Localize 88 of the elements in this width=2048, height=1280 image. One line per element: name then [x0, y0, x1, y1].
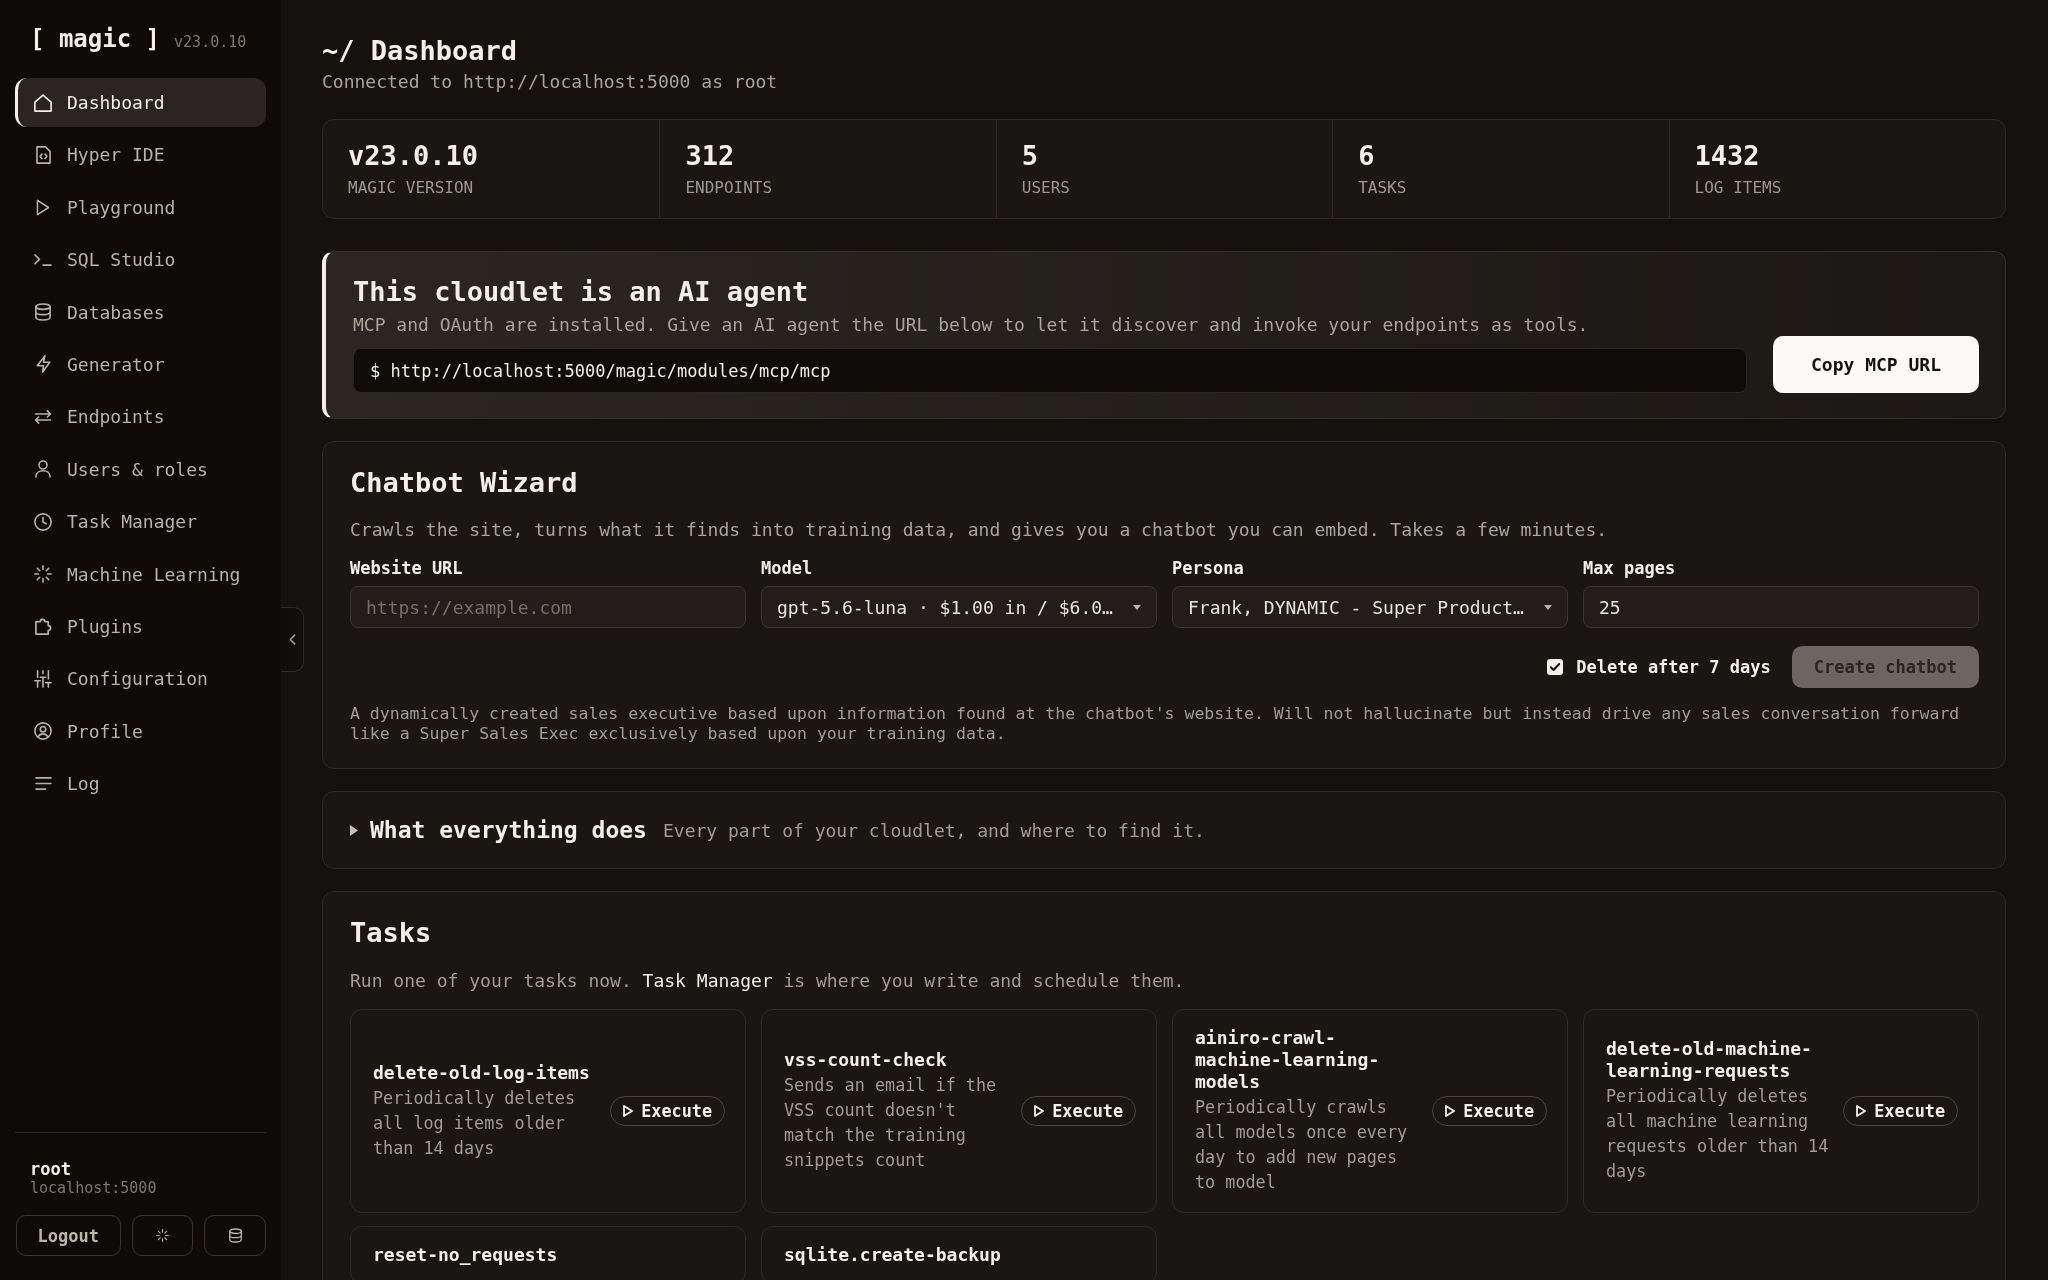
- nav-link[interactable]: Task Manager: [15, 497, 266, 547]
- logo: [ magic ]: [30, 24, 161, 54]
- user-name: root: [30, 1159, 72, 1179]
- lines-icon: [34, 777, 52, 791]
- field-label: Website URL: [350, 558, 464, 578]
- panel-title: Chatbot Wizard: [350, 467, 579, 499]
- stat-value: v23.0.10: [348, 140, 480, 172]
- nav-link[interactable]: Endpoints: [15, 392, 266, 442]
- panel-title: Tasks: [350, 917, 433, 949]
- caret-down-icon: [1133, 604, 1141, 610]
- connection-status: Connected to http://localhost:5000 as root: [322, 71, 779, 93]
- section-title: What everything does: [370, 816, 647, 845]
- play-icon: [1034, 1105, 1045, 1117]
- arrows-icon: [34, 409, 52, 424]
- nav-link[interactable]: Generator: [15, 339, 266, 389]
- version-label: v23.0.10: [174, 33, 247, 51]
- caret-down-icon: [1544, 604, 1552, 610]
- play-icon: [1856, 1105, 1867, 1117]
- dropdown[interactable]: Frank, DYNAMIC - Super Product…: [1172, 586, 1568, 628]
- field-label: Max pages: [1583, 558, 1677, 578]
- stat-value: 6: [1358, 140, 1376, 172]
- file-code-icon: [35, 145, 51, 164]
- persona-description: A dynamically created sales executive based upon information found at the chatbot's website. Will not hallucinate but instead drive any sales conversation forward like a Super Sales Exec exclusively based upon your training data.: [350, 704, 1961, 744]
- task-name: delete-old-machine-learning-requests: [1606, 1038, 1813, 1082]
- text-input[interactable]: https://example.com: [350, 586, 746, 628]
- user-circle-icon: [34, 722, 52, 741]
- task-name: delete-old-log-items: [373, 1061, 591, 1084]
- card-description: MCP and OAuth are installed. Give an AI agent the URL below to let it discover and invoke your endpoints as tools.: [353, 314, 1590, 336]
- task-description: Periodically deletes all machine learning requests older than 14 days: [1606, 1085, 1830, 1183]
- task-description: Sends an email if the VSS count doesn't match the training snippets count: [784, 1074, 998, 1172]
- task-description: Periodically deletes all log items older than 14 days: [373, 1086, 577, 1160]
- logout-button[interactable]: Logout: [16, 1215, 121, 1256]
- field-label: Persona: [1172, 558, 1245, 578]
- terminal-icon: [34, 253, 52, 266]
- task-name: sqlite.create-backup: [784, 1244, 1002, 1266]
- task-manager-link[interactable]: Task Manager: [642, 970, 773, 991]
- panel-description: Crawls the site, turns what it finds into training data, and gives you a chatbot you can embed. Takes a few minutes.: [350, 519, 1609, 541]
- stat-value: 312: [685, 140, 736, 172]
- field-label: Model: [761, 558, 814, 578]
- sliders-icon: [34, 669, 52, 688]
- nav-link[interactable]: Plugins: [15, 601, 266, 651]
- stat-label: LOG ITEMS: [1694, 178, 1783, 198]
- task-name: vss-count-check: [784, 1049, 948, 1071]
- spinner-icon: [34, 565, 52, 583]
- collapsible-panel[interactable]: What everything does Every part of your cloudlet, and where to find it.: [322, 791, 2006, 869]
- database-icon: [228, 1228, 242, 1243]
- checkbox-label: Delete after 7 days: [1576, 657, 1771, 677]
- stat-label: MAGIC VERSION: [348, 178, 475, 198]
- clock-icon: [34, 512, 52, 531]
- nav-link[interactable]: Log: [15, 759, 266, 809]
- task-name: reset-no_requests: [373, 1244, 559, 1266]
- stat-label: ENDPOINTS: [685, 178, 774, 198]
- text-input[interactable]: 25: [1583, 586, 1979, 628]
- task-name: ainiro-crawl-machine-learning-models: [1195, 1027, 1381, 1093]
- nav-link[interactable]: Profile: [15, 706, 266, 756]
- stat-label: USERS: [1021, 178, 1071, 198]
- play-icon: [1445, 1105, 1456, 1117]
- puzzle-icon: [34, 617, 52, 636]
- nav-link[interactable]: Databases: [15, 287, 266, 337]
- nav-link[interactable]: Dashboard: [15, 78, 266, 127]
- home-icon: [34, 93, 52, 112]
- card-title: This cloudlet is an AI agent: [353, 276, 810, 308]
- stat-value: 5: [1021, 140, 1040, 172]
- user-icon: [35, 460, 51, 479]
- database-button[interactable]: [204, 1215, 266, 1256]
- task-description: Periodically crawls all models once every day to add new pages to model: [1195, 1096, 1409, 1194]
- checkbox[interactable]: [1547, 659, 1564, 675]
- server-host: localhost:5000: [30, 1179, 158, 1197]
- stat-label: TASKS: [1358, 178, 1408, 198]
- section-subtitle: Every part of your cloudlet, and where to find it.: [662, 819, 1205, 841]
- copy-url-button[interactable]: Copy MCP URL: [1772, 336, 1979, 393]
- nav-link[interactable]: Playground: [15, 182, 266, 232]
- lightning-icon: [35, 355, 51, 374]
- stat-value: 1432: [1694, 140, 1761, 172]
- play-icon: [623, 1105, 634, 1117]
- dropdown[interactable]: gpt-5.6-luna · $1.00 in / $6.0…: [761, 586, 1157, 628]
- nav-link[interactable]: Machine Learning: [15, 549, 266, 599]
- chevron-left-icon: [288, 634, 296, 645]
- code-block: $ http://localhost:5000/magic/modules/mcp/mcp: [353, 348, 1747, 393]
- panel-description: Run one of your tasks now. Task Manager is where you write and schedule them.: [350, 970, 1186, 992]
- nav-link[interactable]: Hyper IDE: [15, 130, 266, 180]
- nav-link[interactable]: SQL Studio: [15, 235, 266, 285]
- play-icon: [36, 198, 50, 216]
- page-title: ~/ Dashboard: [322, 35, 519, 67]
- nav-link[interactable]: Configuration: [15, 654, 266, 704]
- database-icon: [35, 303, 51, 322]
- spinner-icon: [155, 1229, 169, 1242]
- nav-link[interactable]: Users & roles: [15, 444, 266, 494]
